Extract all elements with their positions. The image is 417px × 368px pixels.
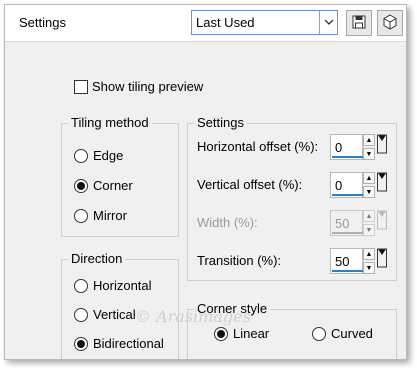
spin-down-icon[interactable]: ▼ — [363, 148, 375, 160]
slider-popup-icon — [376, 210, 388, 236]
horizontal-offset-stepper[interactable]: 0 ▲ ▼ — [330, 134, 390, 160]
transition-label: Transition (%): — [197, 253, 282, 268]
slider-popup-icon[interactable] — [376, 248, 388, 274]
spin-down-icon[interactable]: ▼ — [363, 262, 375, 274]
radio-circle-selected[interactable] — [214, 326, 228, 341]
checkbox-box[interactable] — [74, 79, 88, 94]
radio-mirror-label: Mirror — [93, 208, 127, 223]
radio-mirror[interactable]: Mirror — [74, 208, 127, 223]
tiling-method-title: Tiling method — [68, 115, 152, 131]
preset-value: Last Used — [196, 15, 255, 30]
radio-linear-label: Linear — [233, 326, 270, 341]
radio-bidirectional[interactable]: Bidirectional — [74, 336, 164, 351]
width-label: Width (%): — [197, 215, 258, 230]
radio-circle[interactable] — [74, 278, 88, 293]
radio-bidirectional-label: Bidirectional — [93, 336, 164, 351]
radio-linear[interactable]: Linear — [214, 326, 269, 341]
slider-popup-icon[interactable] — [376, 134, 388, 160]
radio-circle[interactable] — [74, 307, 88, 322]
vertical-offset-value: 0 — [335, 178, 343, 193]
spin-up-icon[interactable]: ▲ — [363, 248, 375, 260]
presets-button[interactable] — [377, 10, 403, 36]
radio-circle[interactable] — [312, 326, 326, 341]
horizontal-offset-value: 0 — [335, 140, 343, 155]
presets-icon — [382, 13, 398, 33]
radio-circle-selected[interactable] — [74, 336, 88, 351]
radio-circle[interactable] — [74, 208, 88, 223]
radio-curved[interactable]: Curved — [312, 326, 373, 341]
spin-down-icon: ▼ — [363, 224, 375, 236]
dialog: Settings Last Used Show tiling preview T… — [4, 4, 407, 360]
transition-input[interactable]: 50 — [330, 248, 363, 274]
settings-title: Settings — [194, 115, 247, 131]
title-bar: Settings Last Used — [5, 5, 406, 42]
direction-title: Direction — [68, 251, 126, 267]
transition-stepper[interactable]: 50 ▲ ▼ — [330, 248, 390, 274]
radio-edge[interactable]: Edge — [74, 148, 123, 163]
radio-curved-label: Curved — [331, 326, 373, 341]
radio-horizontal-label: Horizontal — [93, 278, 152, 293]
radio-horizontal[interactable]: Horizontal — [74, 278, 152, 293]
save-preset-button[interactable] — [346, 10, 372, 36]
radio-circle-selected[interactable] — [74, 178, 88, 193]
show-tiling-preview-label: Show tiling preview — [92, 79, 204, 94]
vertical-offset-stepper[interactable]: 0 ▲ ▼ — [330, 172, 390, 198]
slider-popup-icon[interactable] — [376, 172, 388, 198]
width-value: 50 — [335, 216, 350, 231]
vertical-offset-label: Vertical offset (%): — [197, 177, 303, 192]
radio-vertical[interactable]: Vertical — [74, 307, 136, 322]
chevron-down-icon[interactable] — [319, 11, 337, 34]
radio-corner[interactable]: Corner — [74, 178, 133, 193]
radio-edge-label: Edge — [93, 148, 124, 163]
width-input: 50 — [330, 210, 363, 236]
save-icon — [352, 15, 366, 32]
dialog-title: Settings — [19, 15, 66, 30]
width-stepper: 50 ▲ ▼ — [330, 210, 390, 236]
spin-up-icon: ▲ — [363, 210, 375, 222]
spin-up-icon[interactable]: ▲ — [363, 134, 375, 146]
show-tiling-preview-checkbox[interactable]: Show tiling preview — [74, 79, 203, 94]
transition-value: 50 — [335, 254, 350, 269]
radio-corner-label: Corner — [93, 178, 133, 193]
watermark: © Arasimages — [135, 307, 251, 326]
spin-down-icon[interactable]: ▼ — [363, 186, 375, 198]
horizontal-offset-label: Horizontal offset (%): — [197, 139, 319, 154]
radio-vertical-label: Vertical — [93, 307, 136, 322]
horizontal-offset-input[interactable]: 0 — [330, 134, 363, 160]
radio-circle[interactable] — [74, 148, 88, 163]
settings-group: Settings Horizontal offset (%): 0 ▲ ▼ Ver… — [187, 115, 397, 281]
preset-dropdown[interactable]: Last Used — [191, 10, 338, 35]
vertical-offset-input[interactable]: 0 — [330, 172, 363, 198]
spin-up-icon[interactable]: ▲ — [363, 172, 375, 184]
tiling-method-group: Tiling method Edge Corner Mirror — [61, 115, 179, 237]
